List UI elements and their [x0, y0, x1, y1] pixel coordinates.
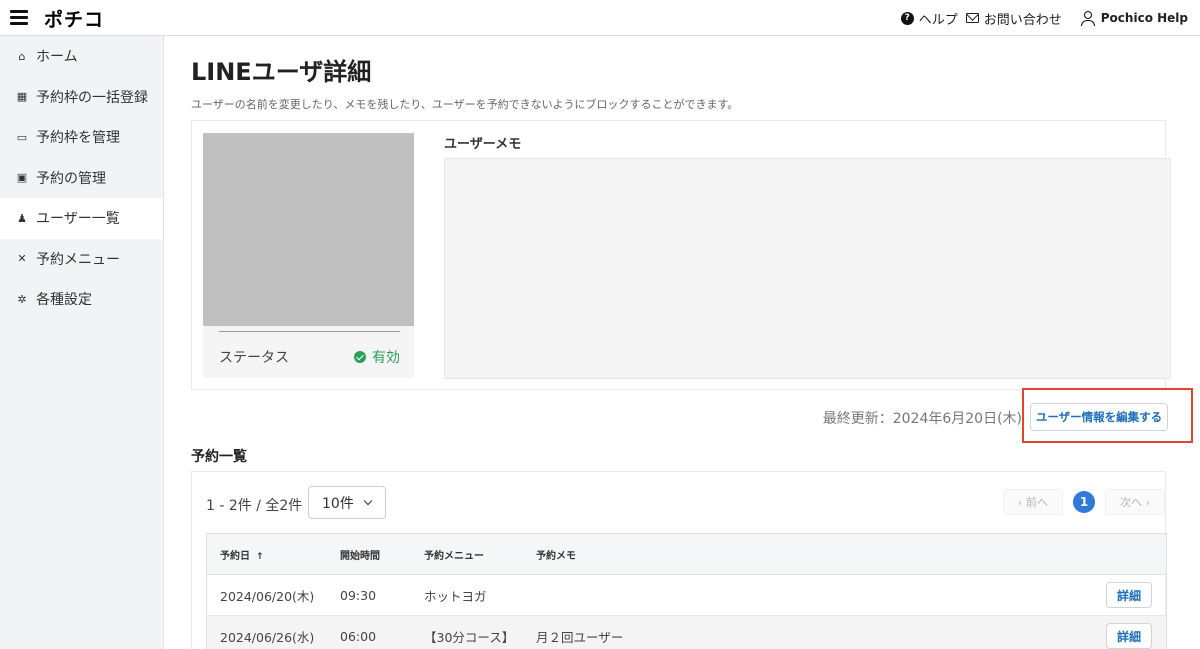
app-logo[interactable]: ポチコ [44, 5, 104, 32]
sidebar-item-label: 予約の管理 [36, 170, 106, 187]
cell-date: 2024/06/20(木) [220, 588, 315, 604]
help-icon: ? [900, 11, 914, 25]
menu-icon[interactable] [10, 10, 28, 25]
pagination: ‹ 前へ 1 次へ › [1003, 489, 1165, 515]
user-icon: ♟ [17, 211, 27, 225]
divider [219, 331, 400, 332]
detail-button[interactable]: 詳細 [1106, 623, 1152, 649]
table-row: 2024/06/20(木) 09:30 ホットヨガ 詳細 [207, 575, 1166, 616]
cell-time: 09:30 [340, 587, 377, 603]
bookings-section-title: 予約一覧 [191, 449, 247, 465]
per-page-select[interactable]: 10件 [308, 486, 386, 519]
sidebar-item-manage-slots[interactable]: ▭ 予約枠を管理 [0, 117, 163, 158]
sort-asc-icon: ↑ [256, 551, 264, 562]
sidebar-item-label: 予約メニュー [36, 251, 120, 268]
home-icon: ⌂ [18, 49, 26, 63]
sidebar-item-home[interactable]: ⌂ ホーム [0, 36, 163, 77]
sidebar-item-label: ユーザー一覧 [36, 211, 120, 228]
edit-user-button[interactable]: ユーザー情報を編集する [1030, 403, 1168, 431]
detail-button[interactable]: 詳細 [1106, 582, 1152, 608]
sidebar-item-label: 各種設定 [36, 292, 92, 309]
help-link[interactable]: ? ヘルプ [900, 9, 958, 28]
sidebar-item-manage-bookings[interactable]: ▣ 予約の管理 [0, 158, 163, 199]
help-label: ヘルプ [918, 12, 958, 28]
avatar [203, 133, 414, 326]
header-actions: ? ヘルプ お問い合わせ Pochico Help [900, 0, 1188, 36]
sidebar-item-menus[interactable]: ✕ 予約メニュー [0, 239, 163, 280]
check-circle-icon [354, 351, 366, 363]
col-time-header: 開始時間 [340, 550, 380, 562]
memo-box [444, 158, 1171, 379]
calendar-icon: ▭ [16, 130, 28, 144]
contact-label: お問い合わせ [983, 12, 1062, 28]
page-description: ユーザーの名前を変更したり、メモを残したり、ユーザーを予約できないようにブロック… [191, 98, 739, 111]
bookings-table: 予約日 ↑ 開始時間 予約メニュー 予約メモ 2024/06/20(木) 09:3… [206, 533, 1167, 649]
cell-time: 06:00 [340, 628, 377, 644]
mail-icon [965, 13, 979, 23]
sidebar-item-label: 予約枠の一括登録 [36, 89, 148, 106]
sidebar-item-settings[interactable]: ✲ 各種設定 [0, 279, 163, 320]
memo-label: ユーザーメモ [444, 137, 522, 152]
main-content: LINEユーザ詳細 ユーザーの名前を変更したり、メモを残したり、ユーザーを予約で… [164, 36, 1200, 649]
table-row: 2024/06/26(水) 06:00 【30分コース】 月２回ユーザー 詳細 [207, 616, 1166, 649]
status-badge: 有効 [354, 347, 400, 367]
sidebar-item-label: ホーム [36, 49, 78, 66]
page-1-button[interactable]: 1 [1073, 491, 1095, 513]
col-memo-header: 予約メモ [536, 550, 576, 562]
cell-menu: 【30分コース】 [424, 629, 515, 645]
last-updated: 最終更新：2024年6月20日(木) [822, 411, 1022, 427]
cell-date: 2024/06/26(水) [220, 629, 315, 645]
cell-menu: ホットヨガ [424, 588, 487, 604]
table-header: 予約日 ↑ 開始時間 予約メニュー 予約メモ [207, 534, 1166, 575]
user-icon [1080, 10, 1096, 26]
cell-memo: 月２回ユーザー [536, 629, 624, 645]
per-page-value: 10件 [322, 495, 354, 512]
sidebar-item-users[interactable]: ♟ ユーザー一覧 [0, 198, 163, 239]
status-label: ステータス [219, 350, 289, 366]
next-page-button[interactable]: 次へ › [1105, 489, 1165, 515]
gear-icon: ✲ [17, 292, 27, 306]
calendar-check-icon: ▣ [16, 171, 28, 185]
status-value: 有効 [372, 350, 400, 366]
page-title: LINEユーザ詳細 [191, 58, 372, 86]
utensils-icon: ✕ [17, 252, 27, 266]
sidebar-item-label: 予約枠を管理 [36, 130, 120, 147]
prev-page-button[interactable]: ‹ 前へ [1003, 489, 1063, 515]
user-menu[interactable]: Pochico Help [1070, 10, 1188, 26]
result-count: 1 - 2件 / 全2件 [206, 498, 303, 514]
contact-link[interactable]: お問い合わせ [965, 9, 1062, 28]
col-date-label: 予約日 [220, 550, 250, 562]
status-box: ステータス 有効 [203, 326, 414, 378]
bookings-card: 1 - 2件 / 全2件 10件 ‹ 前へ 1 次へ › 予約日 ↑ 開始時間 予… [191, 471, 1167, 649]
user-name: Pochico Help [1100, 11, 1188, 25]
chevron-down-icon [363, 496, 373, 506]
profile-card: ステータス 有効 ユーザーメモ [191, 120, 1171, 390]
col-date-header[interactable]: 予約日 ↑ [220, 547, 264, 562]
col-menu-header: 予約メニュー [424, 550, 484, 562]
top-header: ポチコ ? ヘルプ お問い合わせ Pochico Help [0, 0, 1200, 36]
sidebar: ⌂ ホーム ▦ 予約枠の一括登録 ▭ 予約枠を管理 ▣ 予約の管理 ♟ ユーザー… [0, 36, 164, 649]
calendar-icon: ▦ [16, 90, 28, 104]
sidebar-item-bulk-slots[interactable]: ▦ 予約枠の一括登録 [0, 77, 163, 118]
